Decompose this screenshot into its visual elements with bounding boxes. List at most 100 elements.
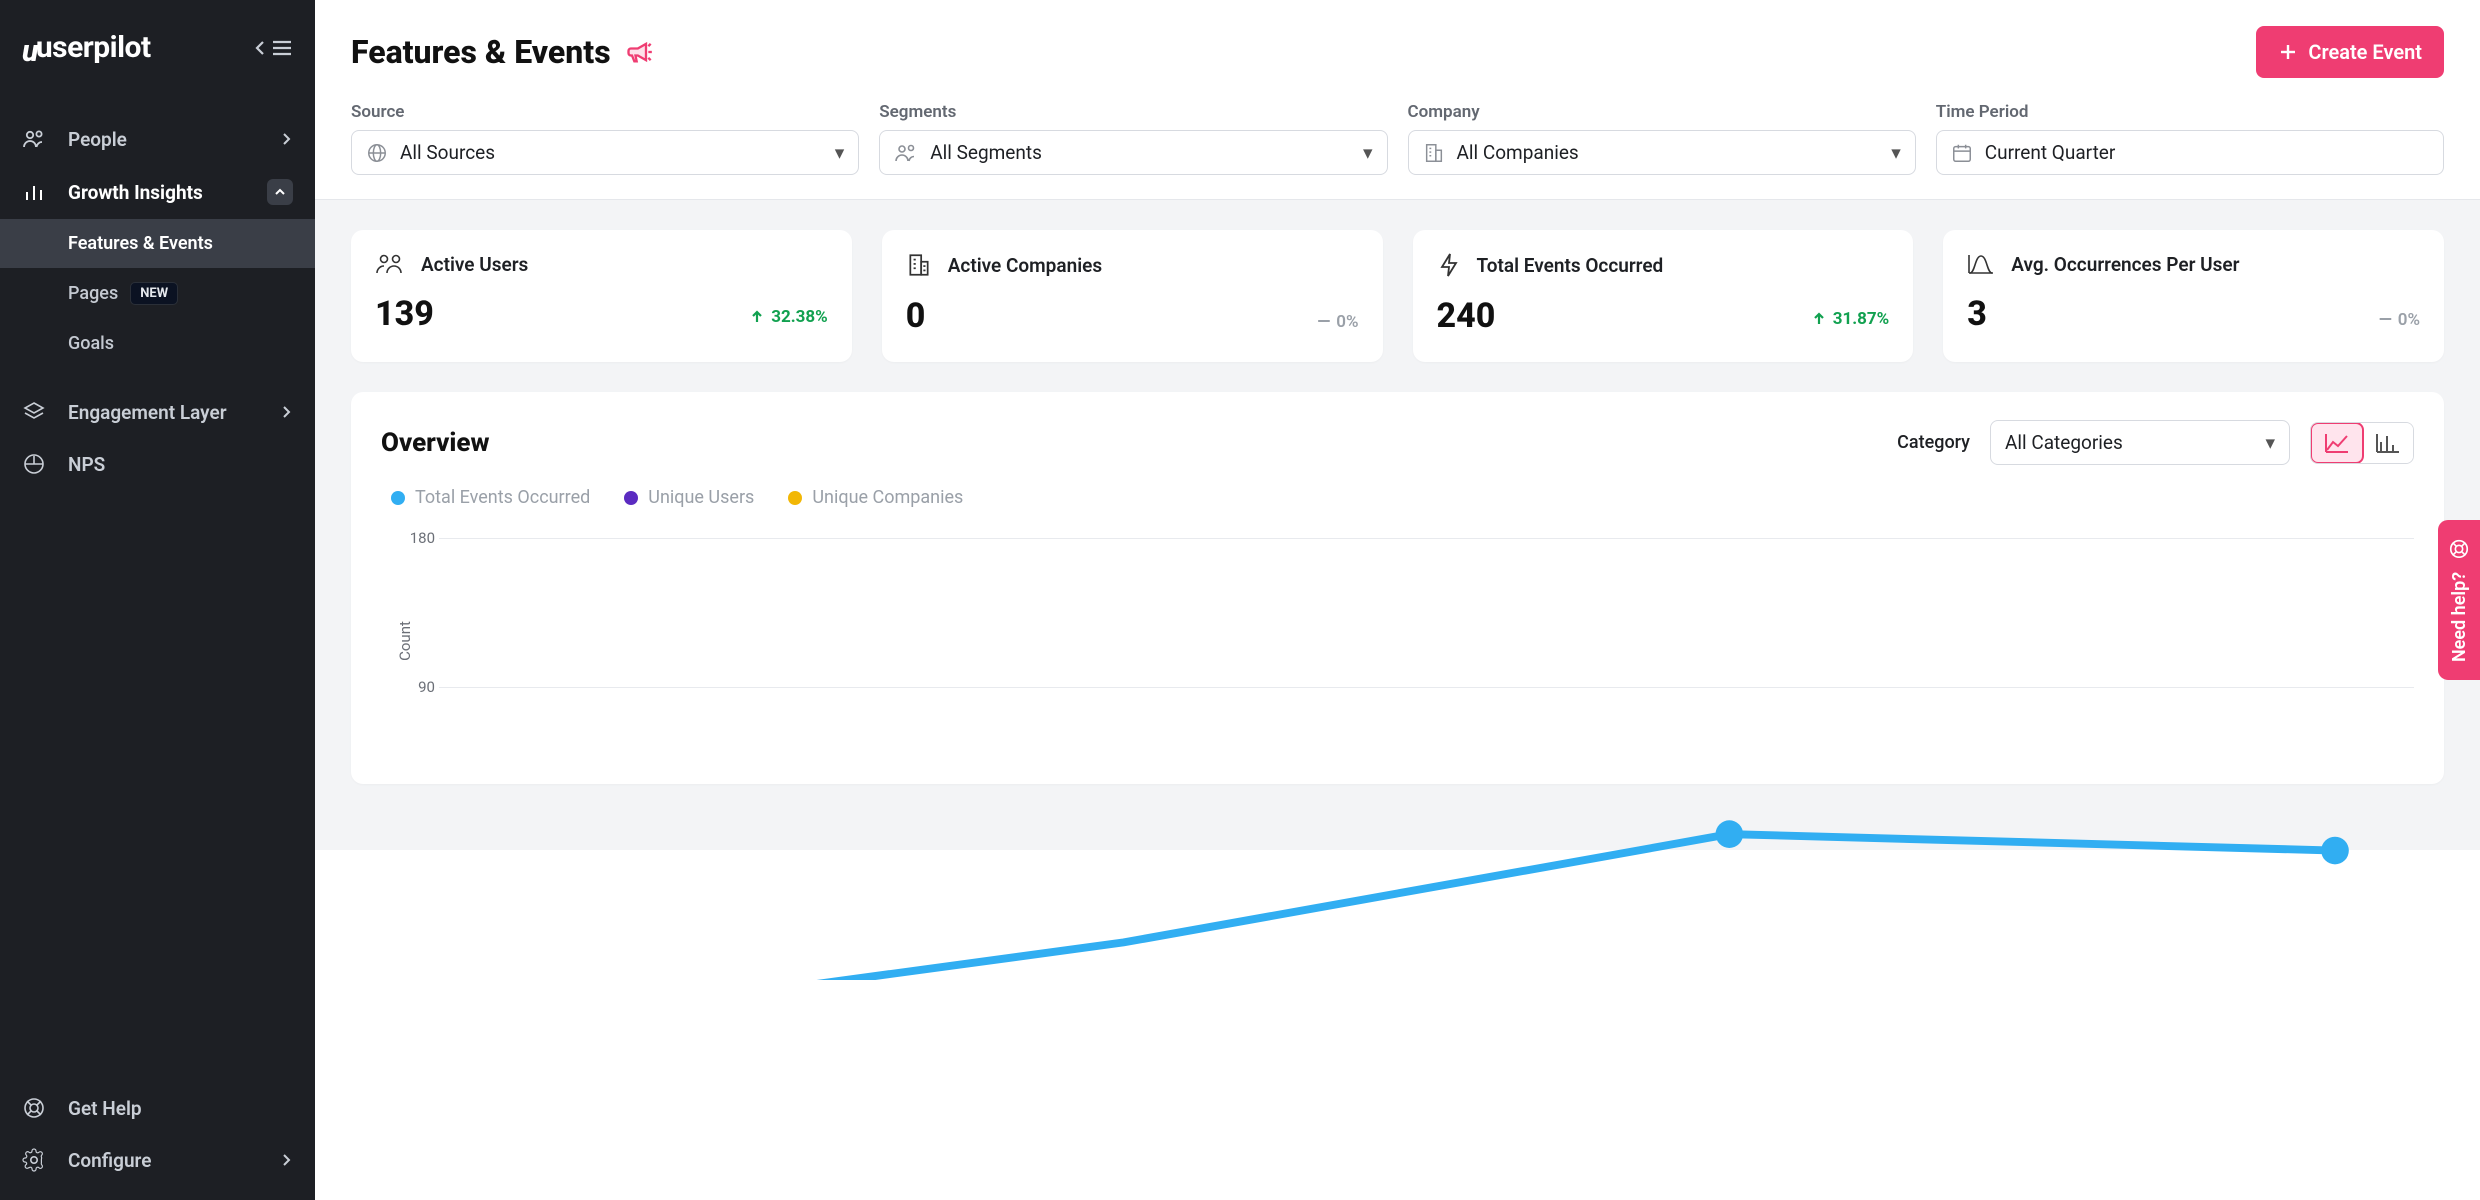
bar-chart-icon xyxy=(22,180,46,204)
overview-title: Overview xyxy=(381,428,489,458)
sidebar-item-label: Features & Events xyxy=(68,233,213,254)
sidebar-collapse-button[interactable] xyxy=(253,39,293,57)
button-label: Create Event xyxy=(2308,40,2422,64)
category-label: Category xyxy=(1897,432,1970,453)
sidebar-item-label: People xyxy=(68,128,127,151)
sidebar-item-configure[interactable]: Configure xyxy=(0,1134,315,1186)
building-icon xyxy=(1423,142,1445,164)
sidebar-item-features-events[interactable]: Features & Events xyxy=(0,219,315,268)
people-icon xyxy=(22,127,46,151)
chevron-right-icon xyxy=(279,405,293,419)
filter-label-segments: Segments xyxy=(879,102,1387,122)
arrow-up-icon xyxy=(749,309,765,325)
legend-dot-icon xyxy=(788,491,802,505)
sidebar-item-growth-insights[interactable]: Growth Insights xyxy=(0,165,315,219)
filter-label-company: Company xyxy=(1408,102,1916,122)
megaphone-icon xyxy=(625,38,653,66)
chart-legend: Total Events Occurred Unique Users Uniqu… xyxy=(381,487,2414,508)
people-icon xyxy=(894,142,918,164)
legend-dot-icon xyxy=(391,491,405,505)
stat-value: 139 xyxy=(375,294,434,334)
globe-icon xyxy=(366,142,388,164)
stat-card-active-companies: Active Companies 0 — 0% xyxy=(882,230,1383,362)
gear-icon xyxy=(22,1148,46,1172)
caret-down-icon: ▾ xyxy=(835,141,845,164)
company-select[interactable]: All Companies ▾ xyxy=(1408,130,1916,175)
stat-label: Active Users xyxy=(421,253,528,276)
sidebar-item-people[interactable]: People xyxy=(0,113,315,165)
chevron-right-icon xyxy=(279,1153,293,1167)
plus-icon xyxy=(2278,42,2298,62)
sidebar-item-label: Pages xyxy=(68,283,118,304)
bar-chart-icon xyxy=(2375,432,2401,454)
source-select[interactable]: All Sources ▾ xyxy=(351,130,859,175)
stat-value: 3 xyxy=(1967,294,1987,334)
filter-label-time: Time Period xyxy=(1936,102,2444,122)
legend-item: Unique Companies xyxy=(788,487,963,508)
sidebar-item-label: Growth Insights xyxy=(68,181,203,204)
stat-label: Active Companies xyxy=(948,254,1102,277)
stat-value: 240 xyxy=(1437,296,1496,336)
building-icon xyxy=(906,252,932,278)
new-badge: NEW xyxy=(130,282,178,305)
chevron-right-icon xyxy=(279,132,293,146)
sidebar-item-goals[interactable]: Goals xyxy=(0,319,315,368)
sidebar-item-label: NPS xyxy=(68,453,105,476)
stat-label: Total Events Occurred xyxy=(1477,254,1664,277)
sidebar-item-get-help[interactable]: Get Help xyxy=(0,1082,315,1134)
overview-panel: Overview Category All Categories ▾ xyxy=(351,392,2444,784)
chevron-up-icon xyxy=(267,179,293,205)
stat-card-total-events: Total Events Occurred 240 31.87% xyxy=(1413,230,1914,362)
stat-delta: 32.38% xyxy=(749,307,828,327)
main-content: Features & Events Create Event Source Al… xyxy=(315,0,2480,1200)
line-chart-toggle[interactable] xyxy=(2310,422,2364,464)
stat-card-active-users: Active Users 139 32.38% xyxy=(351,230,852,362)
select-value: Current Quarter xyxy=(1985,141,2429,164)
bell-curve-icon xyxy=(1967,252,1995,276)
segments-select[interactable]: All Segments ▾ xyxy=(879,130,1387,175)
stat-delta: 31.87% xyxy=(1811,309,1890,329)
brand-logo: uuserpilot xyxy=(22,30,151,65)
select-value: All Categories xyxy=(2005,431,2253,454)
time-period-select[interactable]: Current Quarter xyxy=(1936,130,2444,175)
category-select[interactable]: All Categories ▾ xyxy=(1990,420,2290,465)
lifebuoy-icon xyxy=(2448,538,2470,560)
bar-chart-toggle[interactable] xyxy=(2363,423,2413,463)
line-chart-icon xyxy=(2324,432,2350,454)
sidebar-item-nps[interactable]: NPS xyxy=(0,438,315,490)
users-icon xyxy=(375,252,405,276)
sidebar-item-label: Get Help xyxy=(68,1097,142,1120)
caret-down-icon: ▾ xyxy=(1363,141,1373,164)
need-help-tab[interactable]: Need help? xyxy=(2438,520,2480,680)
filter-label-source: Source xyxy=(351,102,859,122)
overview-chart: Count 180 90 xyxy=(381,526,2414,756)
menu-icon xyxy=(271,39,293,57)
calendar-icon xyxy=(1951,142,1973,164)
sidebar-item-pages[interactable]: Pages NEW xyxy=(0,268,315,319)
caret-down-icon: ▾ xyxy=(2265,431,2275,454)
gauge-icon xyxy=(22,452,46,476)
lifebuoy-icon xyxy=(22,1096,46,1120)
select-value: All Companies xyxy=(1457,141,1880,164)
create-event-button[interactable]: Create Event xyxy=(2256,26,2444,78)
sidebar-item-engagement-layer[interactable]: Engagement Layer xyxy=(0,386,315,438)
sidebar-item-label: Goals xyxy=(68,333,114,354)
dash-icon: — xyxy=(2379,310,2392,330)
stat-label: Avg. Occurrences Per User xyxy=(2011,253,2239,276)
page-title: Features & Events xyxy=(351,33,611,71)
stat-delta: — 0% xyxy=(2379,310,2420,330)
dash-icon: — xyxy=(1317,312,1330,332)
stat-card-avg-occurrences: Avg. Occurrences Per User 3 — 0% xyxy=(1943,230,2444,362)
select-value: All Sources xyxy=(400,141,823,164)
chevron-left-icon xyxy=(253,39,269,57)
layers-icon xyxy=(22,400,46,424)
y-tick: 90 xyxy=(418,678,435,696)
stat-delta: — 0% xyxy=(1317,312,1358,332)
legend-dot-icon xyxy=(624,491,638,505)
stat-value: 0 xyxy=(906,296,926,336)
sidebar: uuserpilot People Growth xyxy=(0,0,315,1200)
select-value: All Segments xyxy=(930,141,1351,164)
chart-type-toggle xyxy=(2310,422,2414,464)
caret-down-icon: ▾ xyxy=(1891,141,1901,164)
arrow-up-icon xyxy=(1811,311,1827,327)
